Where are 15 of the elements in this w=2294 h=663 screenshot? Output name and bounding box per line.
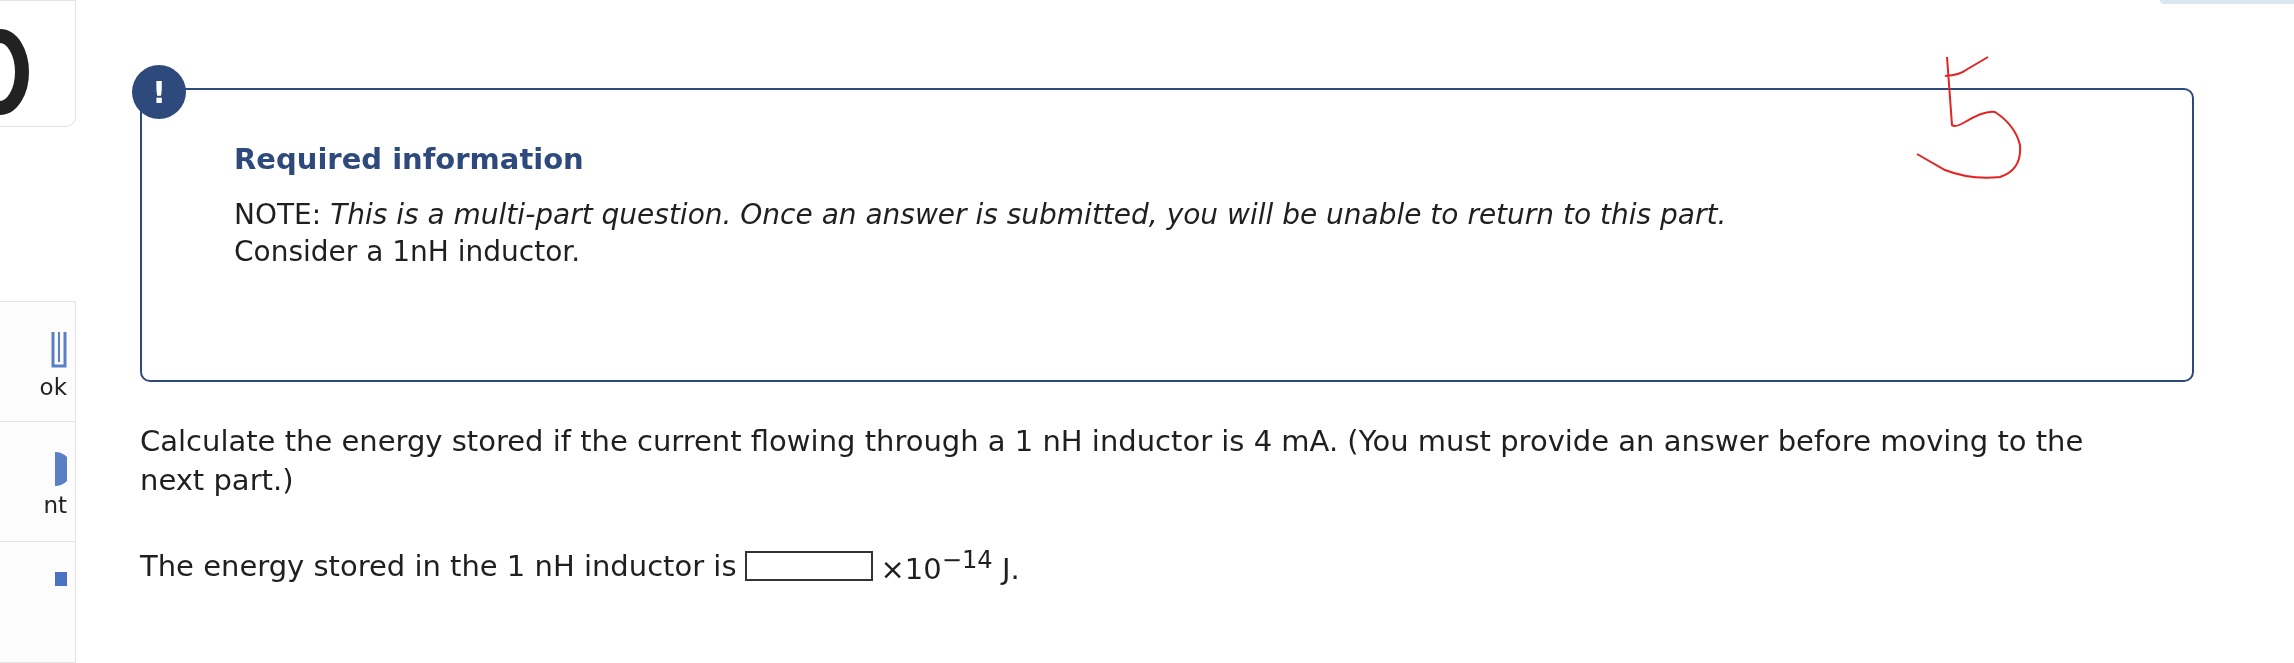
sidebar-item[interactable]: nt: [0, 421, 76, 543]
sidebar-label: ok: [39, 373, 67, 400]
context-text: Consider a 1nH inductor.: [234, 234, 582, 270]
question-text: Calculate the energy stored if the current flowing through a 1 nH inductor is 4 mA. (You must provide an answer before moving to the next part.): [140, 423, 2085, 499]
square-icon: [55, 572, 67, 587]
notice-title: Required information: [234, 142, 585, 176]
answer-prompt: The energy stored in the 1 nH inductor is: [140, 548, 737, 583]
note-text: NOTE: This is a multi-part question. Once an answer is submitted, you will be unable to return to this part.: [234, 197, 1728, 233]
answer-field[interactable]: [744, 550, 873, 581]
ring-icon: [0, 27, 30, 117]
sidebar-label: nt: [43, 491, 67, 518]
book-icon: [51, 331, 67, 368]
answer-unit: ×10$^{−14}$ J.: [880, 546, 1020, 586]
sidebar-item[interactable]: ok: [0, 300, 76, 422]
alert-badge: !: [132, 65, 186, 119]
